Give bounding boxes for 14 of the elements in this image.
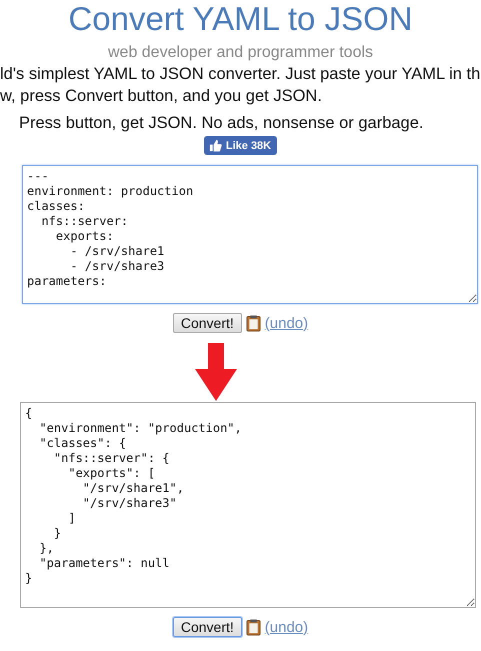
tagline-text: Press button, get JSON. No ads, nonsense or garbage. xyxy=(19,113,424,134)
clipboard-icon[interactable] xyxy=(246,314,261,332)
clipboard-icon[interactable] xyxy=(246,618,261,636)
convert-button[interactable]: Convert! xyxy=(172,313,242,333)
thumbs-up-icon xyxy=(208,139,222,152)
convert-button[interactable]: Convert! xyxy=(172,617,242,637)
page-title: Convert YAML to JSON xyxy=(67,0,414,37)
json-output-field[interactable]: { "environment": "production", "classes": { "nfs::server": { "exports": [ "/srv/share1", "/srv/share3" ] } }, "parameters": null } xyxy=(20,402,476,608)
yaml-input-field[interactable]: --- environment: production classes: nfs::server: exports: - /srv/share1 - /srv/share3 parameters: xyxy=(22,165,478,304)
like-button[interactable]: Like 38K xyxy=(204,136,278,155)
down-arrow-icon xyxy=(194,343,236,401)
page-subtitle: web developer and programmer tools xyxy=(106,43,374,63)
intro-text: w, press Convert button, and you get JSON. xyxy=(0,86,322,107)
intro-text: ld's simplest YAML to JSON converter. Just paste your YAML in th xyxy=(0,64,480,85)
